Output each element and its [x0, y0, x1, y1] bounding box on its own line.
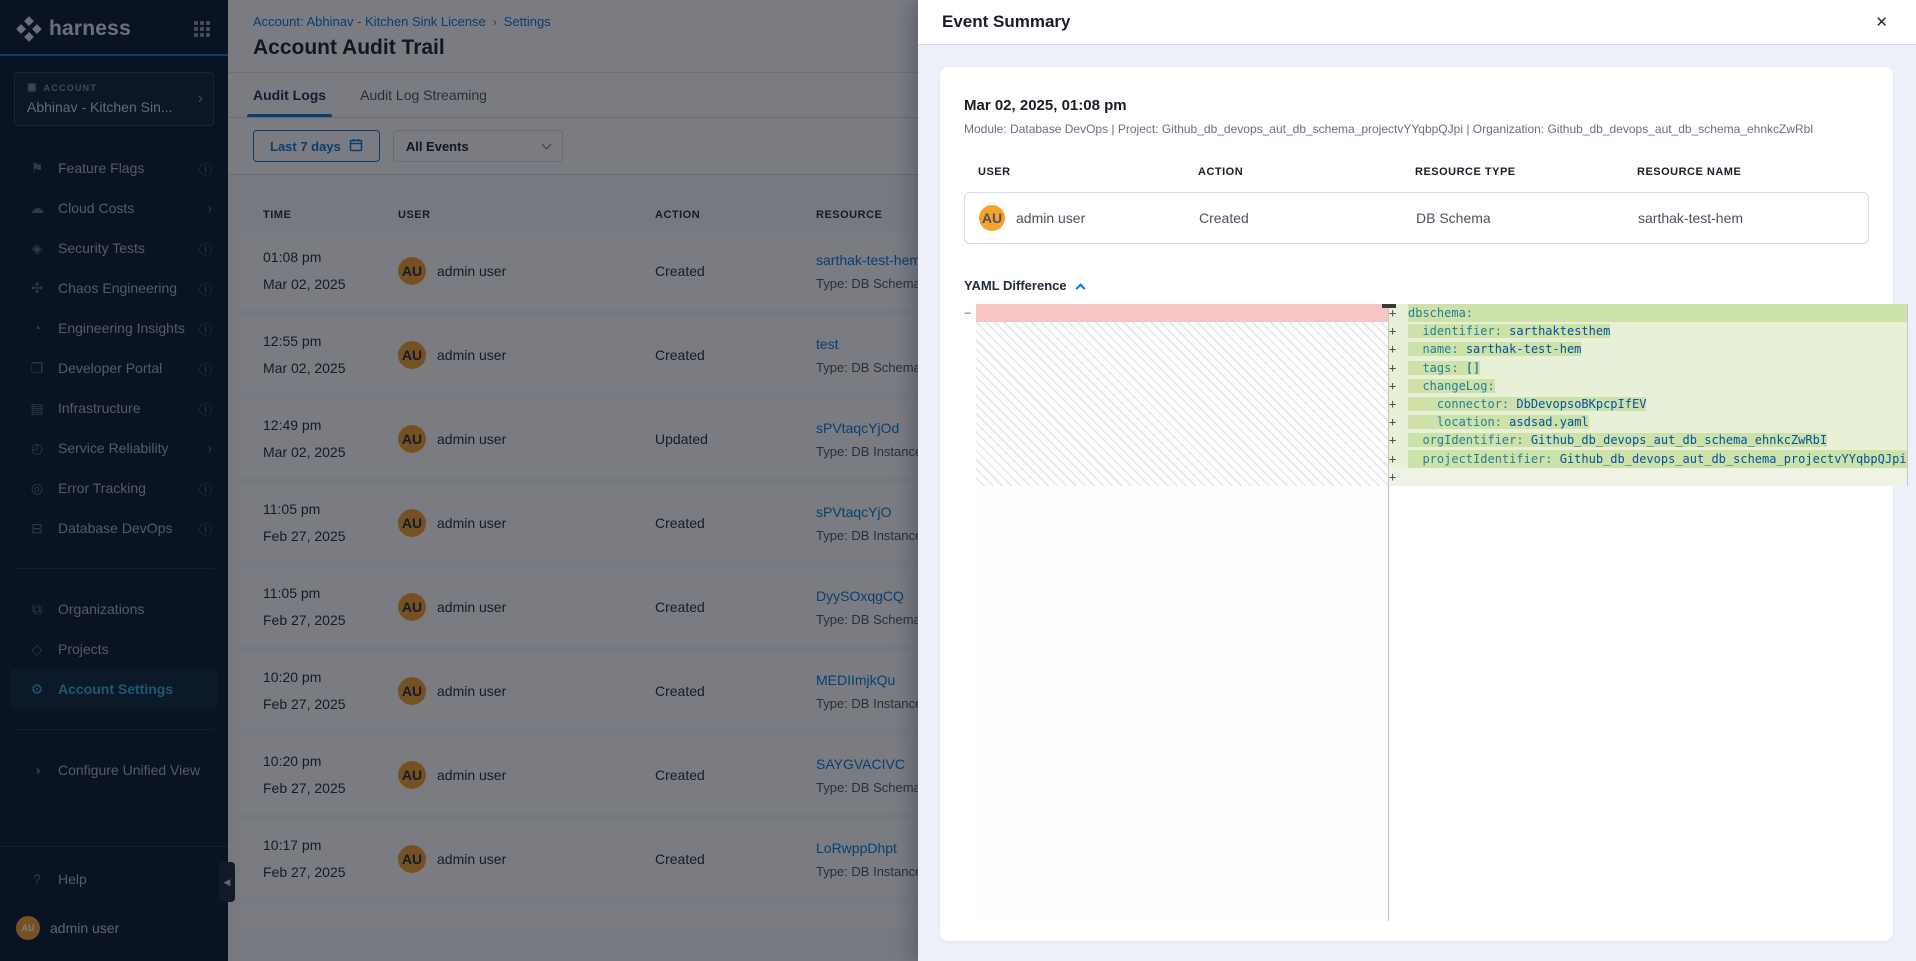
yaml-key: tags: [1422, 361, 1458, 375]
plus-gutter-icon: + [1389, 413, 1408, 431]
plus-gutter-icon: + [1389, 450, 1408, 468]
diff-added-line: + location: asdsad.yaml [1389, 413, 1916, 431]
yaml-key: changeLog: [1422, 379, 1494, 393]
yaml-key: orgIdentifier: [1422, 433, 1523, 447]
diff-code: changeLog: [1408, 377, 1908, 395]
diff-code: orgIdentifier: Github_db_devops_aut_db_s… [1408, 431, 1908, 449]
event-resource-type: DB Schema [1416, 210, 1638, 226]
diff-modified-pane: +dbschema:+ identifier: sarthaktesthem+ … [1389, 304, 1916, 921]
event-meta: Module: Database DevOps | Project: Githu… [964, 122, 1869, 136]
diff-code: identifier: sarthaktesthem [1408, 322, 1908, 340]
diff-added-lines: +dbschema:+ identifier: sarthaktesthem+ … [1389, 304, 1916, 486]
diff-code: connector: DbDevopsoBKpcpIfEV [1408, 395, 1908, 413]
plus-gutter-icon: + [1389, 377, 1408, 395]
diff-added-line: + tags: [] [1389, 359, 1916, 377]
yaml-value: asdsad.yaml [1509, 415, 1588, 429]
diff-code: projectIdentifier: Github_db_devops_aut_… [1408, 450, 1908, 468]
diff-empty-hatch [976, 322, 1388, 486]
yaml-value: DbDevopsoBKpcpIfEV [1516, 397, 1646, 411]
yaml-key: identifier: [1422, 324, 1501, 338]
event-resource-name: sarthak-test-hem [1638, 210, 1868, 226]
diff-added-line: + orgIdentifier: Github_db_devops_aut_db… [1389, 431, 1916, 449]
diff-left-gutter: − [964, 304, 976, 921]
diff-code: dbschema: [1408, 304, 1908, 322]
yaml-value: sarthak-test-hem [1466, 342, 1582, 356]
avatar: AU [979, 205, 1005, 231]
diff-added-line: + name: sarthak-test-hem [1389, 340, 1916, 358]
close-icon[interactable]: ✕ [1871, 11, 1892, 34]
chevron-up-icon [1075, 283, 1085, 293]
event-summary-panel: Event Summary ✕ Mar 02, 2025, 01:08 pm M… [918, 0, 1916, 961]
yaml-key: location: [1437, 415, 1502, 429]
panel-title: Event Summary [942, 12, 1071, 32]
yaml-value: [] [1466, 361, 1480, 375]
diff-code [1408, 468, 1908, 486]
event-table-row: AU admin user Created DB Schema sarthak-… [964, 192, 1869, 244]
diff-added-line: + changeLog: [1389, 377, 1916, 395]
diff-original-pane [976, 304, 1388, 921]
yaml-value: Github_db_devops_aut_db_schema_ehnkcZwRb… [1531, 433, 1827, 447]
diff-added-line: + [1389, 468, 1916, 486]
yaml-value: Github_db_devops_aut_db_schema_projectvY… [1560, 452, 1907, 466]
yaml-value: sarthaktesthem [1509, 324, 1610, 338]
event-card: Mar 02, 2025, 01:08 pm Module: Database … [940, 67, 1893, 941]
plus-gutter-icon: + [1389, 468, 1408, 486]
plus-gutter-icon: + [1389, 359, 1408, 377]
event-table-header: USER ACTION RESOURCE TYPE RESOURCE NAME [964, 166, 1869, 178]
app-root: harness ▣ ACCOUNT Abhinav - Kitchen Sin.… [0, 0, 1916, 961]
plus-gutter-icon: + [1389, 322, 1408, 340]
yaml-key: name: [1422, 342, 1458, 356]
plus-gutter-icon: + [1389, 340, 1408, 358]
event-timestamp: Mar 02, 2025, 01:08 pm [964, 97, 1869, 114]
diff-deleted-line [976, 304, 1388, 322]
event-user: admin user [1016, 210, 1085, 226]
diff-code: name: sarthak-test-hem [1408, 340, 1908, 358]
diff-fold-marker [1382, 304, 1396, 308]
plus-gutter-icon: + [1389, 395, 1408, 413]
yaml-difference-toggle[interactable]: YAML Difference [964, 278, 1084, 293]
diff-code: location: asdsad.yaml [1408, 413, 1908, 431]
yaml-key: projectIdentifier: [1422, 452, 1552, 466]
yaml-diff-viewer: − +dbschema:+ identifier: sarthaktesthem… [964, 304, 1869, 921]
diff-added-line: + connector: DbDevopsoBKpcpIfEV [1389, 395, 1916, 413]
diff-added-line: + identifier: sarthaktesthem [1389, 322, 1916, 340]
yaml-key: connector: [1437, 397, 1509, 411]
diff-added-line: + projectIdentifier: Github_db_devops_au… [1389, 450, 1916, 468]
event-action: Created [1199, 210, 1416, 226]
diff-added-line: +dbschema: [1389, 304, 1916, 322]
diff-code: tags: [] [1408, 359, 1908, 377]
plus-gutter-icon: + [1389, 431, 1408, 449]
yaml-key: dbschema: [1408, 306, 1473, 320]
